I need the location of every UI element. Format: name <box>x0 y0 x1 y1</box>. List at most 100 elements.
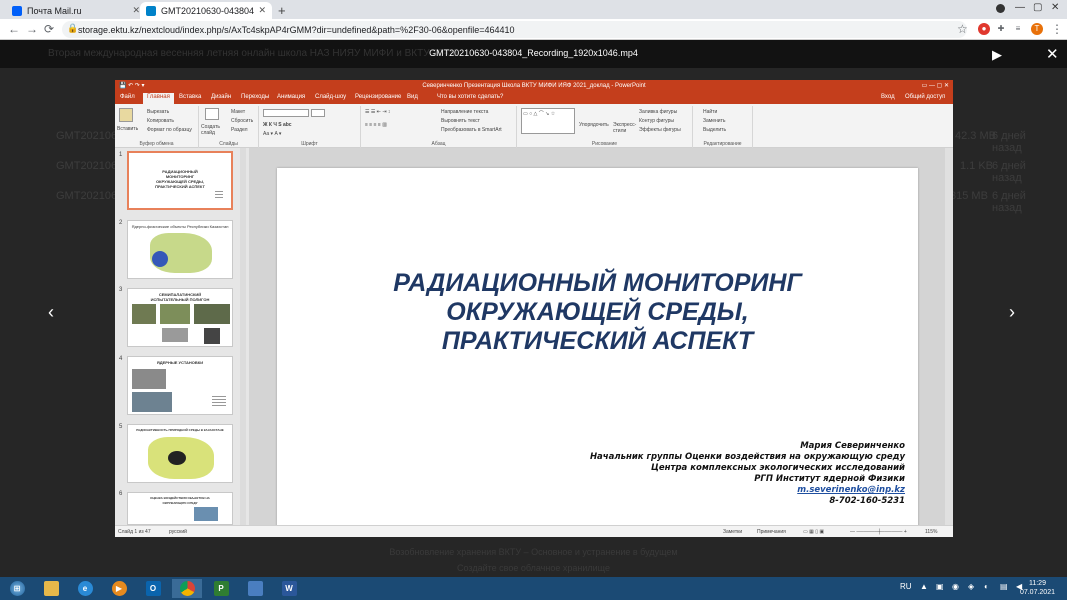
slide-thumbnail[interactable]: Ядерно-физические объекты Республики Каз… <box>127 220 233 279</box>
comments-button[interactable]: Примечания <box>757 529 786 535</box>
reading-list-icon[interactable]: ≡ <box>1012 23 1024 35</box>
taskbar-word[interactable]: W <box>274 579 304 598</box>
ribbon-tab-slideshow[interactable]: Слайд-шоу <box>315 94 346 100</box>
thumbnail-scrollbar[interactable] <box>240 148 246 525</box>
tray-app-icon[interactable]: ◉ <box>952 582 959 591</box>
tray-app-icon[interactable]: ▣ <box>936 582 944 591</box>
slide-thumbnail[interactable]: СЕМИПАЛАТИНСКИЙ ИСПЫТАТЕЛЬНЫЙ ПОЛИГОН <box>127 288 233 347</box>
keyboard-language[interactable]: RU <box>900 582 912 591</box>
sign-in-link[interactable]: Вход <box>881 94 895 100</box>
language-status[interactable]: русский <box>169 529 187 535</box>
taskbar-chrome[interactable] <box>172 579 202 598</box>
previous-arrow-icon[interactable]: ‹ <box>48 302 54 323</box>
slide-author-block[interactable]: Мария Северинченко Начальник группы Оцен… <box>590 441 905 507</box>
ribbon: Вставить Вырезать Копировать Формат по о… <box>115 104 953 148</box>
ribbon-tab-design[interactable]: Дизайн <box>211 94 231 100</box>
video-frame-powerpoint[interactable]: 💾 ↶ ↷ ▾ Северинченко Презентация Школа В… <box>115 80 953 537</box>
share-button[interactable]: Общий доступ <box>905 94 945 100</box>
arrange-button[interactable]: Упорядочить <box>579 122 609 128</box>
close-icon[interactable]: ✕ <box>258 5 266 16</box>
select-button[interactable]: Выделить <box>703 127 726 133</box>
shape-effects-button[interactable]: Эффекты фигуры <box>639 127 681 133</box>
reload-icon[interactable]: ⟳ <box>44 22 54 36</box>
slide-thumbnail[interactable]: РАДИОАКТИВНОСТЬ ПРИРОДНОЙ СРЕДЫ В КАЗАХС… <box>127 424 233 483</box>
profile-avatar[interactable]: T <box>1031 23 1043 35</box>
paste-button[interactable]: Вставить <box>117 126 138 132</box>
ribbon-tab-transitions[interactable]: Переходы <box>241 94 269 100</box>
new-tab-button[interactable]: + <box>278 3 286 18</box>
taskbar-ie[interactable]: e <box>70 579 100 598</box>
new-slide-icon[interactable] <box>205 108 219 120</box>
forward-arrow-icon[interactable]: → <box>26 22 38 36</box>
slide-thumbnail[interactable]: РАДИАЦИОННЫЙ МОНИТОРИНГ ОКРУЖАЮЩЕЙ СРЕДЫ… <box>127 151 233 210</box>
ribbon-tab-review[interactable]: Рецензирование <box>355 94 401 100</box>
find-button[interactable]: Найти <box>703 109 717 115</box>
ribbon-tab-animation[interactable]: Анимация <box>277 94 305 100</box>
profile-circle-icon[interactable] <box>996 4 1005 13</box>
taskbar-app[interactable] <box>240 579 270 598</box>
adblock-extension-icon[interactable]: ● <box>978 23 990 35</box>
ribbon-tab-file[interactable]: Файл <box>120 94 135 100</box>
align-buttons[interactable]: ≡ ≡ ≡ ≡ ▥ <box>365 122 387 128</box>
layout-button[interactable]: Макет <box>231 109 245 115</box>
next-arrow-icon[interactable]: › <box>1009 302 1015 323</box>
font-size-box[interactable] <box>311 109 325 117</box>
current-slide[interactable]: РАДИАЦИОННЫЙ МОНИТОРИНГ ОКРУЖАЮЩЕЙ СРЕДЫ… <box>277 168 918 529</box>
tab-mail[interactable]: Почта Mail.ru ✕ <box>6 2 146 19</box>
smartart-button[interactable]: Преобразовать в SmartArt <box>441 127 502 133</box>
slide-thumbnail[interactable]: ОЦЕНКА ВОЗДЕЙСТВИЯ ОБЪЕКТОВ НА ОКРУЖАЮЩУ… <box>127 492 233 525</box>
tell-me-box[interactable]: Что вы хотите сделать? <box>437 94 503 100</box>
shape-fill-button[interactable]: Заливка фигуры <box>639 109 677 115</box>
notes-button[interactable]: Заметки <box>723 529 742 535</box>
list-buttons[interactable]: ☰ ☰ ⇤ ⇥ ↕ <box>365 109 390 115</box>
ribbon-tab-home[interactable]: Главная <box>143 93 174 104</box>
minimize-icon[interactable]: — <box>1015 2 1025 13</box>
format-painter-button[interactable]: Формат по образцу <box>147 127 192 133</box>
tray-app-icon[interactable]: ◈ <box>968 582 974 591</box>
tray-app-icon[interactable]: ◐ <box>984 582 989 591</box>
zoom-slider[interactable]: — ──────┼────── + <box>850 529 907 535</box>
copy-button[interactable]: Копировать <box>147 118 174 124</box>
taskbar-media[interactable]: ▶ <box>104 579 134 598</box>
restore-icon[interactable]: ▢ <box>1033 2 1042 13</box>
view-buttons[interactable]: ▭ ▦ ▯ ▣ <box>803 529 824 535</box>
section-button[interactable]: Раздел <box>231 127 248 133</box>
text-direction-button[interactable]: Направление текста <box>441 109 488 115</box>
shape-outline-button[interactable]: Контур фигуры <box>639 118 674 124</box>
url-field[interactable]: 🔒 storage.ektu.kz/nextcloud/index.php/s/… <box>62 21 967 38</box>
ribbon-tab-insert[interactable]: Вставка <box>179 94 201 100</box>
slide-title[interactable]: РАДИАЦИОННЫЙ МОНИТОРИНГ ОКРУЖАЮЩЕЙ СРЕДЫ… <box>277 269 918 356</box>
folder-icon <box>43 581 59 596</box>
close-icon[interactable]: ✕ <box>132 5 140 16</box>
font-name-box[interactable] <box>263 109 309 117</box>
network-icon[interactable]: ▤ <box>1000 582 1008 591</box>
slide-thumbnail[interactable]: ЯДЕРНЫЕ УСТАНОВКИ ▬▬▬▬▬▬▬ ▬▬▬▬▬▬▬ ▬▬▬▬▬▬▬ ▬… <box>127 356 233 415</box>
menu-dots-icon[interactable]: ⋮ <box>1051 22 1063 36</box>
slide-scrollbar[interactable] <box>945 148 953 525</box>
author-email-link[interactable]: m.severinenko@inp.kz <box>590 485 905 496</box>
font-format-buttons[interactable]: Ж К Ч S abc <box>263 122 292 128</box>
tab-recording[interactable]: GMT20210630-043804_Rec ✕ <box>140 2 272 19</box>
close-viewer-icon[interactable]: ✕ <box>1046 45 1059 63</box>
taskbar-project[interactable]: P <box>206 579 236 598</box>
taskbar-explorer[interactable] <box>36 579 66 598</box>
paste-icon[interactable] <box>119 108 133 122</box>
align-text-button[interactable]: Выровнять текст <box>441 118 480 124</box>
cut-button[interactable]: Вырезать <box>147 109 169 115</box>
quick-styles-button[interactable]: Экспресс-стили <box>613 122 636 134</box>
zoom-level[interactable]: 115% <box>925 529 937 535</box>
taskbar-clock[interactable]: 11:29 07.07.2021 <box>1020 579 1055 597</box>
font-color-buttons[interactable]: Аа ▾ A ▾ <box>263 131 281 137</box>
new-slide-button[interactable]: Создать слайд <box>201 124 225 136</box>
back-arrow-icon[interactable]: ← <box>8 22 20 36</box>
puzzle-extension-icon[interactable]: ✚ <box>995 23 1007 35</box>
taskbar-outlook[interactable]: O <box>138 579 168 598</box>
reset-button[interactable]: Сбросить <box>231 118 253 124</box>
play-icon[interactable]: ▶ <box>992 47 1002 63</box>
close-window-icon[interactable]: ✕ <box>1051 2 1059 13</box>
ribbon-tab-view[interactable]: Вид <box>407 94 418 100</box>
tray-arrow-icon[interactable]: ▲ <box>920 582 928 591</box>
replace-button[interactable]: Заменить <box>703 118 725 124</box>
start-button[interactable]: ⊞ <box>2 579 32 598</box>
bookmark-star-icon[interactable]: ☆ <box>957 22 968 36</box>
